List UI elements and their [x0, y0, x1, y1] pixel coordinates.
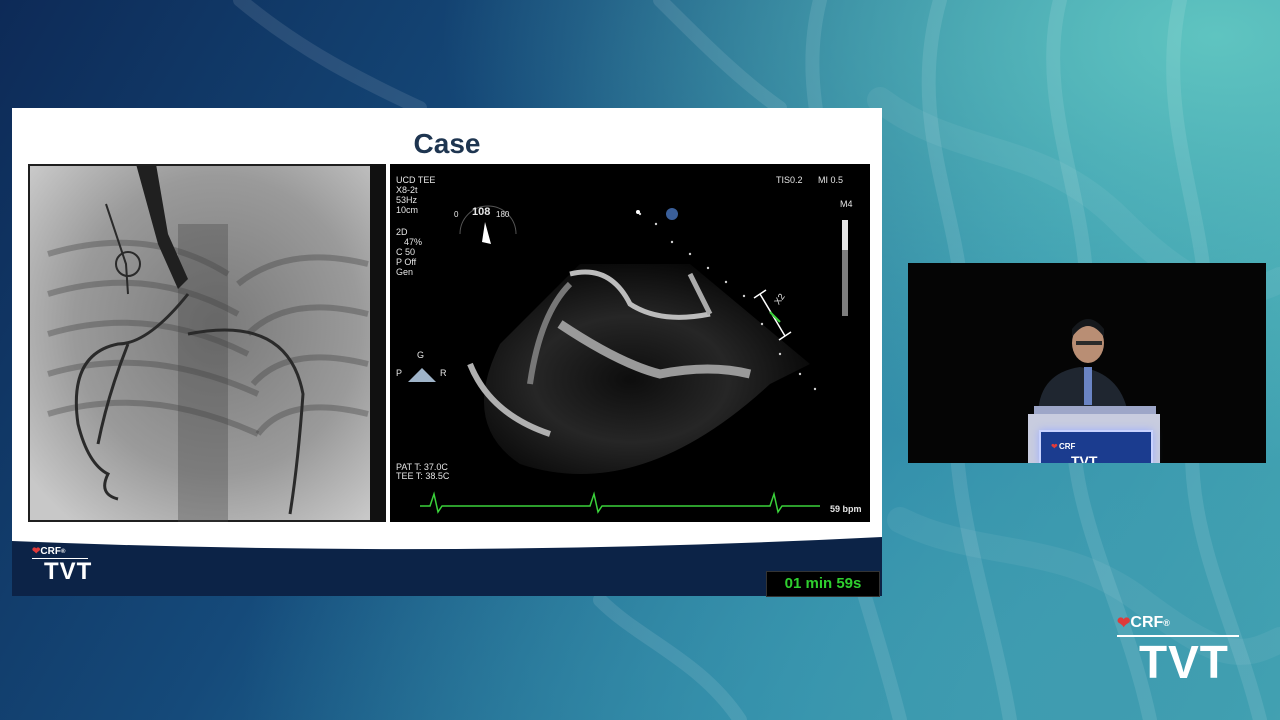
corner-logo-reg: ®: [1163, 618, 1170, 628]
speaker-video: ❤ CRF TVT: [908, 263, 1266, 463]
echo-mode-line: 47%: [404, 237, 423, 247]
echo-header: UCD TEE X8-2t 53Hz 10cm: [396, 175, 435, 215]
angle-max: 180: [496, 210, 510, 219]
podium-brand: CRF: [1059, 442, 1076, 451]
logo-brand: CRF: [40, 546, 61, 557]
corner-logo: ❤ CRF ® TVT: [1117, 613, 1239, 685]
logo-event: TVT: [44, 558, 93, 585]
mi-value: MI 0.5: [818, 175, 844, 185]
podium-event: TVT: [1071, 453, 1098, 463]
countdown-timer: 01 min 59s: [766, 571, 880, 597]
echo-mode-line: Gen: [396, 267, 414, 277]
podium-sign: ❤ CRF TVT: [1039, 430, 1153, 463]
echo-header-line: X8-2t: [396, 185, 418, 195]
orientation-top: G: [417, 350, 425, 360]
tis-value: TIS0.2: [776, 175, 803, 185]
orientation-right: R: [440, 368, 447, 378]
heart-icon: ❤: [1051, 442, 1058, 451]
fluoroscopy-image: [28, 164, 386, 522]
heart-icon: ❤: [1117, 615, 1131, 632]
tee-temperature: TEE T: 38.5C: [396, 471, 450, 481]
logo-reg: ®: [60, 548, 66, 555]
echo-mode-line: C 50: [396, 247, 416, 257]
slide-footer-band: [12, 537, 882, 596]
corner-logo-event: TVT: [1139, 635, 1229, 688]
echo-image: UCD TEE X8-2t 53Hz 10cm 2D 47% C 50 P Of…: [390, 164, 870, 522]
echo-header-line: 10cm: [396, 205, 419, 215]
corner-logo-brand: CRF: [1130, 614, 1164, 631]
slide-logo: ❤ CRF ® TVT: [32, 546, 92, 584]
angle-value: 108: [472, 206, 491, 218]
ecg-trace: [420, 491, 820, 514]
slide-title: Case: [413, 128, 481, 159]
orientation-left: P: [396, 368, 403, 378]
echo-mode-line: 2D: [396, 227, 408, 237]
angle-min: 0: [454, 210, 459, 219]
heart-rate: 59 bpm: [830, 504, 862, 514]
heart-icon: ❤: [32, 546, 41, 557]
echo-header-line: UCD TEE: [396, 175, 436, 185]
presentation-slide: Case UCD TEE X8-2t 53Hz 10cm 2D 47% C 50…: [12, 108, 882, 596]
echo-mode-settings: 2D 47% C 50 P Off Gen: [396, 227, 422, 277]
echo-header-line: 53Hz: [396, 195, 418, 205]
echo-mode-line: P Off: [396, 257, 417, 267]
probe-label: M4: [840, 199, 853, 209]
